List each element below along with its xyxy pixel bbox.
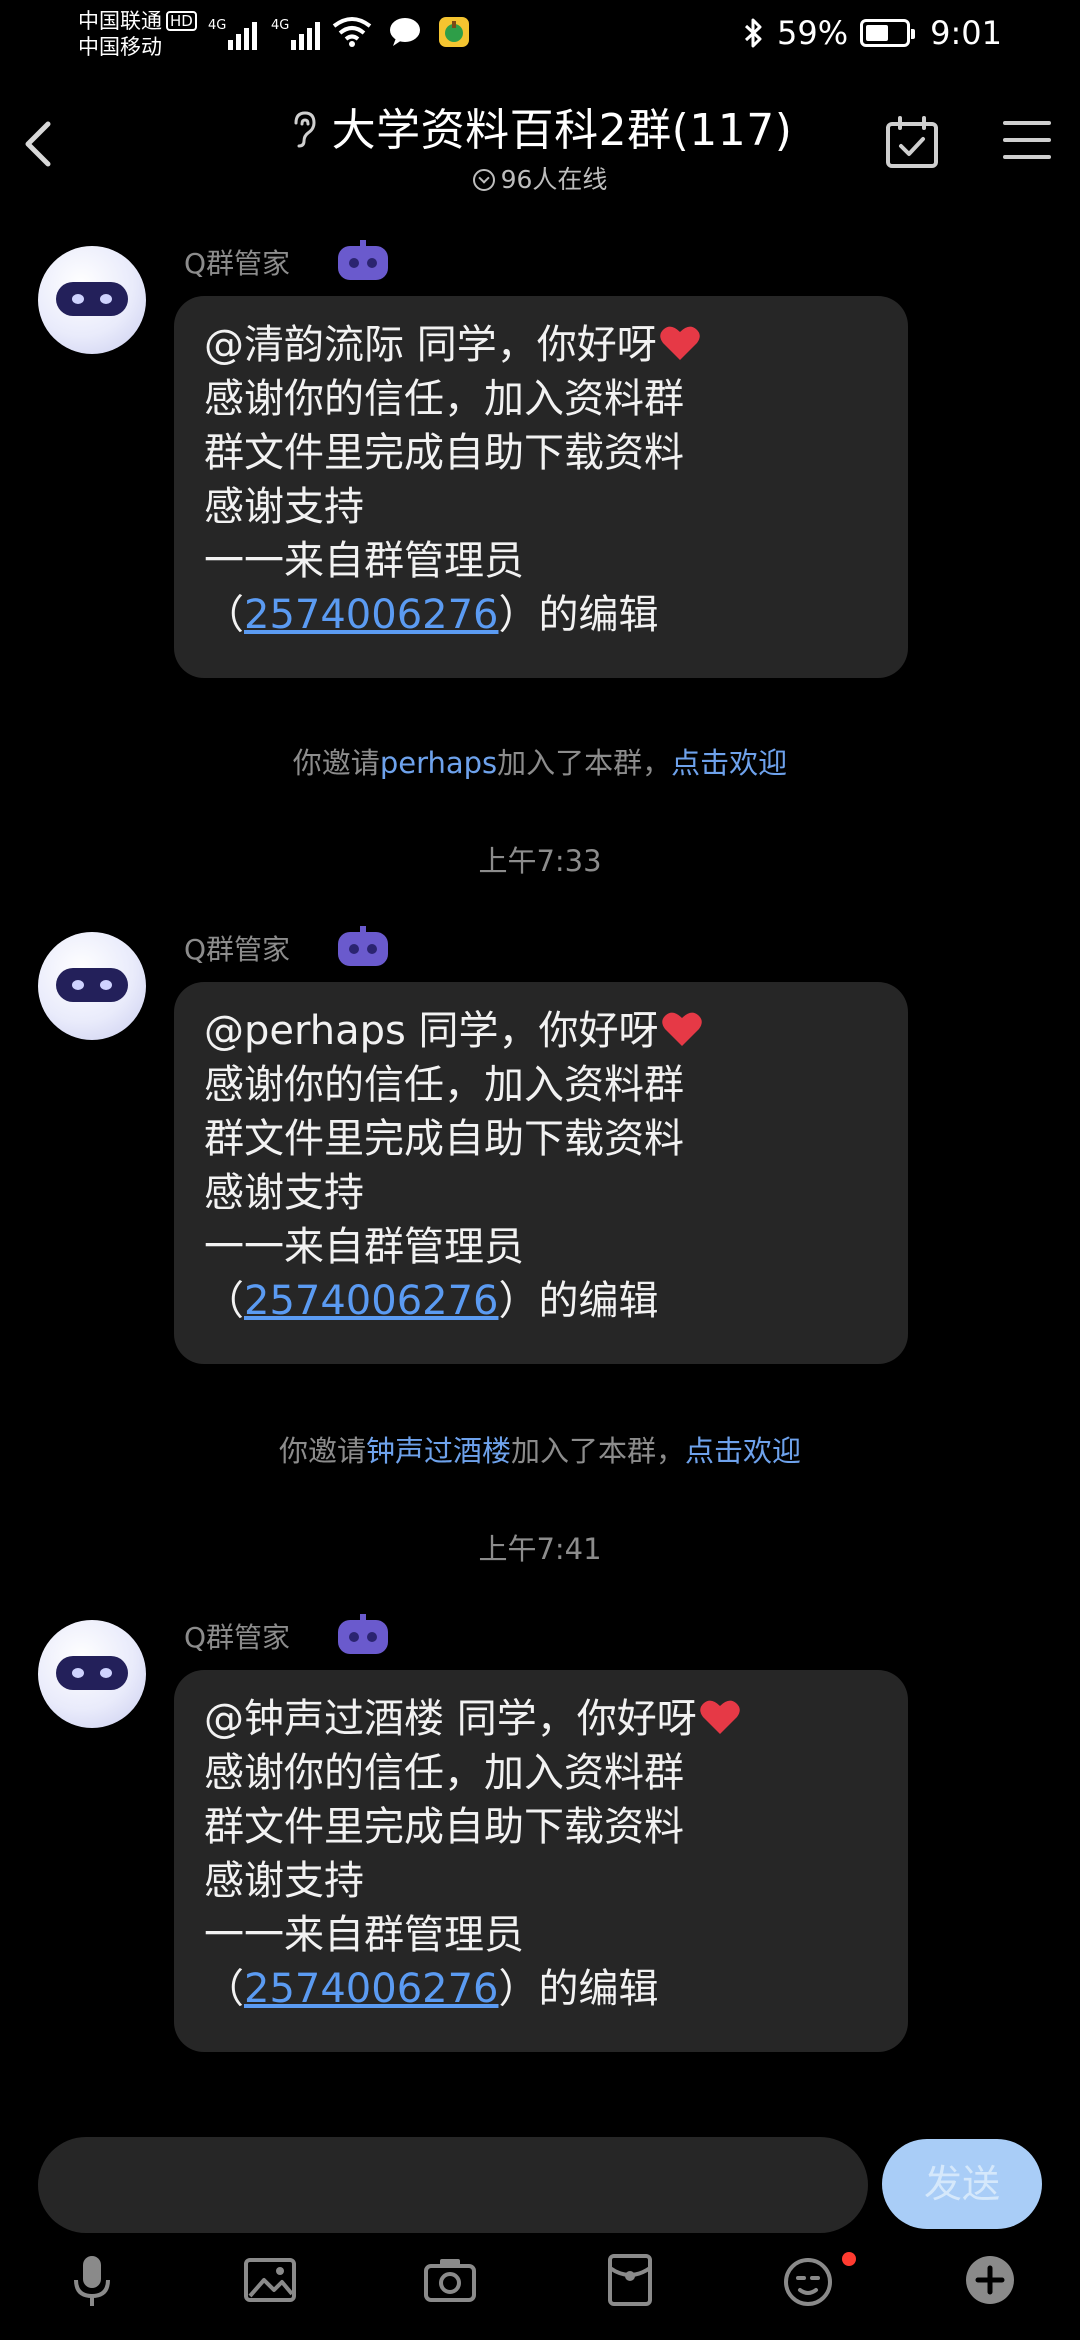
robot-badge-icon <box>338 240 388 280</box>
notification-dot <box>842 2252 856 2266</box>
group-checkin-icon[interactable] <box>884 114 940 170</box>
image-icon[interactable] <box>240 2250 300 2310</box>
message-mention: @清韵流际 同学，你好呀 <box>204 322 657 368</box>
app-notification-icon <box>439 17 469 47</box>
message-suffix: ）的编辑 <box>498 1966 659 2012</box>
status-bar: 中国联通 HD 中国移动 4G 4G 59% 9:01 <box>0 0 1080 70</box>
message-bubble[interactable]: @清韵流际 同学，你好呀 感谢你的信任，加入资料群 群文件里完成自助下载资料 感… <box>174 296 908 678</box>
message-suffix: ）的编辑 <box>498 592 659 638</box>
message-line: 一一来自群管理员 <box>204 1912 524 1958</box>
timestamp: 上午7:33 <box>478 844 602 878</box>
message-line: 感谢你的信任，加入资料群 <box>204 376 684 422</box>
message-line: 群文件里完成自助下载资料 <box>204 430 684 476</box>
paren-open: （ <box>204 592 244 638</box>
message-mention: @钟声过酒楼 同学，你好呀 <box>204 1696 697 1742</box>
sender-name: Q群管家 <box>184 933 291 966</box>
input-toolbar <box>0 2250 1080 2330</box>
system-notice: 你邀请钟声过酒楼加入了本群，点击欢迎 <box>278 1434 802 1468</box>
sender-name: Q群管家 <box>184 247 291 280</box>
qq-number-link[interactable]: 2574006276 <box>244 1966 499 2012</box>
message-mention: @perhaps 同学，你好呀 <box>204 1008 659 1054</box>
message-bubble[interactable]: @perhaps 同学，你好呀 感谢你的信任，加入资料群 群文件里完成自助下载资… <box>174 982 908 1364</box>
group-title: 大学资料百科2群(117) <box>331 105 793 156</box>
welcome-link[interactable]: 点击欢迎 <box>685 1434 801 1468</box>
online-text: 96人在线 <box>500 165 608 194</box>
message-input[interactable] <box>38 2137 868 2233</box>
battery-percent: 59% <box>777 14 849 52</box>
clock: 9:01 <box>930 14 1002 52</box>
qq-number-link[interactable]: 2574006276 <box>244 1278 499 1324</box>
message-line: 群文件里完成自助下载资料 <box>204 1116 684 1162</box>
message-line: 一一来自群管理员 <box>204 1224 524 1270</box>
invitee-link[interactable]: 钟声过酒楼 <box>366 1434 511 1468</box>
avatar[interactable] <box>38 246 146 354</box>
robot-badge-icon <box>338 926 388 966</box>
menu-icon[interactable] <box>1002 118 1052 162</box>
message-bubble[interactable]: @钟声过酒楼 同学，你好呀 感谢你的信任，加入资料群 群文件里完成自助下载资料 … <box>174 1670 908 2052</box>
message-line: 感谢你的信任，加入资料群 <box>204 1062 684 1108</box>
avatar[interactable] <box>38 1620 146 1728</box>
chat-header: 大学资料百科2群(117) 96人在线 <box>0 84 1080 194</box>
carrier-info: 中国联通 HD 中国移动 <box>78 8 197 60</box>
message-line: 群文件里完成自助下载资料 <box>204 1804 684 1850</box>
system-notice: 你邀请perhaps加入了本群，点击欢迎 <box>292 746 788 780</box>
invitee-link[interactable]: perhaps <box>380 746 497 780</box>
message-line: 感谢你的信任，加入资料群 <box>204 1750 684 1796</box>
welcome-link[interactable]: 点击欢迎 <box>671 746 787 780</box>
paren-open: （ <box>204 1278 244 1324</box>
plus-icon[interactable] <box>960 2250 1020 2310</box>
ear-icon <box>294 111 316 148</box>
mic-icon[interactable] <box>62 2250 122 2310</box>
camera-icon[interactable] <box>420 2250 480 2310</box>
message-notification-icon <box>390 18 420 46</box>
signal-icon: 4G <box>208 14 257 50</box>
robot-badge-icon <box>338 1614 388 1654</box>
battery-icon <box>860 19 916 47</box>
hd-badge: HD <box>166 11 197 31</box>
status-right: 59% 9:01 <box>743 14 1002 52</box>
timestamp: 上午7:41 <box>478 1532 602 1566</box>
heart-emoji-icon <box>661 1012 702 1046</box>
bluetooth-icon <box>744 18 762 48</box>
signal-group: 4G 4G <box>208 14 320 50</box>
wifi-icon <box>332 17 372 47</box>
carrier-secondary: 中国移动 <box>78 35 162 59</box>
status-icons <box>332 16 470 48</box>
heart-emoji-icon <box>699 1700 740 1734</box>
emoji-icon[interactable] <box>780 2250 840 2310</box>
message-suffix: ）的编辑 <box>498 1278 659 1324</box>
send-button[interactable]: 发送 <box>882 2139 1042 2229</box>
heart-emoji-icon <box>659 326 700 360</box>
message-line: 感谢支持 <box>204 1170 364 1216</box>
message-line: 感谢支持 <box>204 1858 364 1904</box>
signal-icon: 4G <box>271 14 320 50</box>
qq-number-link[interactable]: 2574006276 <box>244 592 499 638</box>
avatar[interactable] <box>38 932 146 1040</box>
chevron-down-icon <box>472 169 495 191</box>
paren-open: （ <box>204 1966 244 2012</box>
carrier-primary: 中国联通 <box>78 9 162 33</box>
battery-fill <box>866 25 889 41</box>
sender-name: Q群管家 <box>184 1621 291 1654</box>
message-line: 一一来自群管理员 <box>204 538 524 584</box>
red-packet-icon[interactable] <box>600 2250 660 2310</box>
message-line: 感谢支持 <box>204 484 364 530</box>
